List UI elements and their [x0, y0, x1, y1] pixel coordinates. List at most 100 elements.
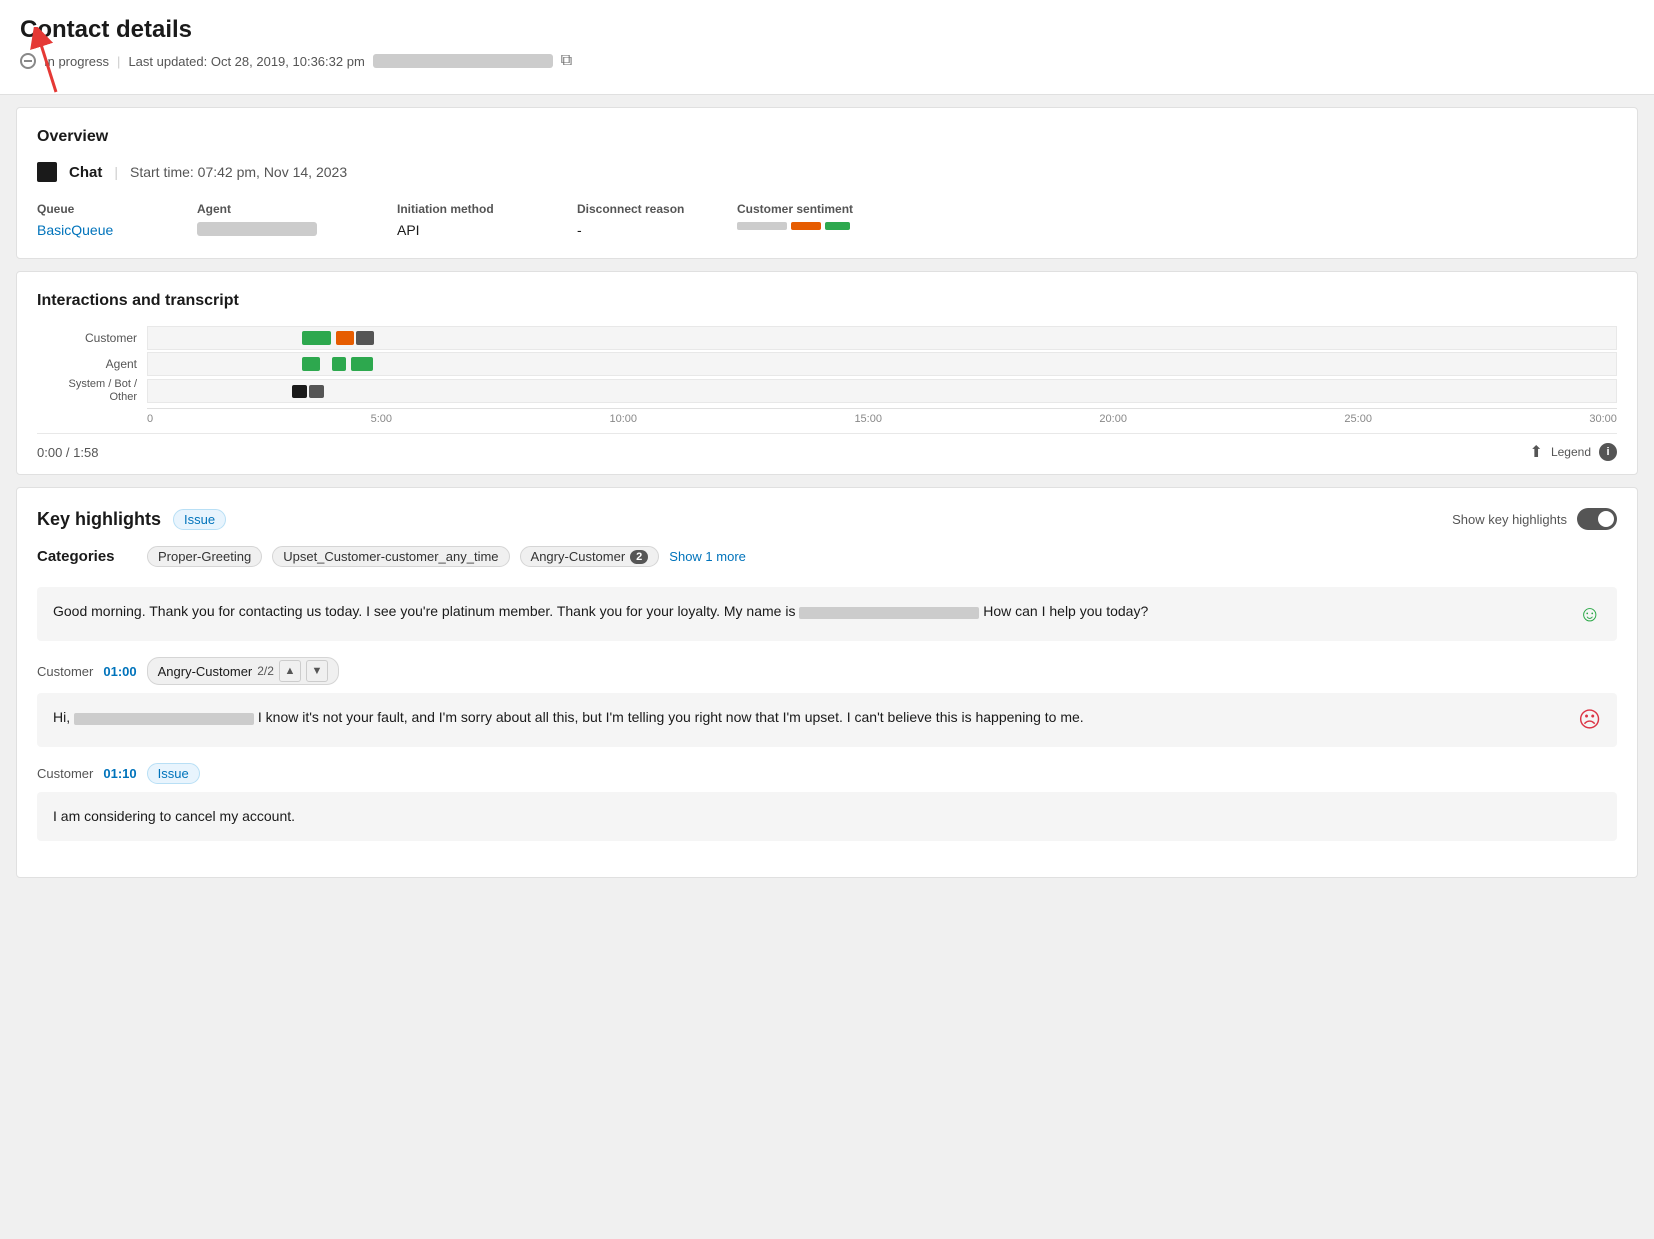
timeline-row-agent: Agent — [37, 352, 1617, 376]
key-highlights-title: Key highlights — [37, 509, 161, 530]
initiation-value: API — [397, 222, 561, 238]
key-highlights-row: Key highlights Issue Show key highlights — [37, 508, 1617, 530]
show-key-highlights-label: Show key highlights — [1452, 512, 1567, 527]
copy-icon[interactable]: ⧉ — [561, 52, 572, 70]
arrow-annotation — [28, 27, 68, 97]
axis-2000: 20:00 — [1099, 413, 1127, 425]
timeline-axis: 0 5:00 10:00 15:00 20:00 25:00 30:00 — [37, 408, 1617, 425]
transcript-meta-1: Customer 01:00 Angry-Customer 2/2 ▲ ▼ — [37, 657, 1617, 685]
share-icon[interactable]: ⬆ — [1530, 442, 1543, 462]
disconnect-col: Disconnect reason - — [577, 202, 737, 238]
axis-0: 0 — [147, 413, 153, 425]
sentiment-emoji-happy: ☺ — [1579, 601, 1601, 627]
initiation-label: Initiation method — [397, 202, 561, 216]
overview-card: Overview Chat | Start time: 07:42 pm, No… — [16, 107, 1638, 259]
axis-2500: 25:00 — [1344, 413, 1372, 425]
meta-time-2: 01:10 — [103, 766, 136, 781]
sentiment-bar — [737, 222, 1601, 230]
axis-1000: 10:00 — [609, 413, 637, 425]
sentiment-neutral — [737, 222, 787, 230]
system-bar-2 — [309, 385, 324, 398]
issue-tag-meta[interactable]: Issue — [147, 763, 200, 784]
sentiment-negative — [791, 222, 821, 230]
playback-actions: ⬆ Legend i — [1530, 442, 1617, 462]
sentiment-label: Customer sentiment — [737, 202, 1601, 216]
category-proper-greeting[interactable]: Proper-Greeting — [147, 546, 262, 567]
axis-500: 5:00 — [371, 413, 392, 425]
agent-bar-1 — [302, 357, 320, 370]
info-icon[interactable]: i — [1599, 443, 1617, 461]
transcript-message-1: Good morning. Thank you for contacting u… — [37, 587, 1617, 641]
timeline-track-system — [147, 379, 1617, 403]
queue-value[interactable]: BasicQueue — [37, 222, 181, 238]
chat-label: Chat — [69, 164, 102, 181]
timeline-row-customer: Customer 3 2 — [37, 326, 1617, 350]
redacted-name-1 — [799, 607, 979, 619]
playback-time: 0:00 / 1:58 — [37, 445, 98, 460]
overview-title: Overview — [37, 128, 1617, 146]
chevron-up-btn[interactable]: ▲ — [279, 660, 301, 682]
categories-row: Categories Proper-Greeting Upset_Custome… — [37, 546, 1617, 567]
chat-start-time: Start time: 07:42 pm, Nov 14, 2023 — [130, 164, 347, 180]
overview-grid: Queue BasicQueue Agent Initiation method… — [37, 202, 1617, 238]
agent-bar-3 — [351, 357, 373, 370]
show-more-link[interactable]: Show 1 more — [669, 549, 746, 564]
highlights-card: Key highlights Issue Show key highlights… — [16, 487, 1638, 878]
timeline-row-system: System / Bot /Other — [37, 378, 1617, 404]
disconnect-value: - — [577, 222, 721, 238]
agent-bar-2 — [332, 357, 347, 370]
transcript-message-2: Hi, I know it's not your fault, and I'm … — [37, 693, 1617, 747]
queue-label: Queue — [37, 202, 181, 216]
customer-bar-3 — [356, 331, 374, 344]
chevron-down-btn[interactable]: ▼ — [306, 660, 328, 682]
agent-label: Agent — [197, 202, 381, 216]
axis-3000: 30:00 — [1589, 413, 1617, 425]
initiation-col: Initiation method API — [397, 202, 577, 238]
category-meta-label-1: Angry-Customer — [158, 664, 253, 679]
customer-bar-1 — [302, 331, 331, 344]
category-count-1: 2/2 — [257, 664, 274, 678]
last-updated-label: Last updated: Oct 28, 2019, 10:36:32 pm — [128, 54, 364, 69]
disconnect-label: Disconnect reason — [577, 202, 721, 216]
meta-label-customer-1: Customer — [37, 664, 93, 679]
agent-value — [197, 222, 317, 236]
angry-customer-badge: 2 — [630, 550, 648, 564]
meta-time-1: 01:00 — [103, 664, 136, 679]
categories-label: Categories — [37, 548, 137, 565]
interactions-title: Interactions and transcript — [37, 292, 1617, 310]
category-meta-1: Angry-Customer 2/2 ▲ ▼ — [147, 657, 339, 685]
timeline-label-agent: Agent — [37, 357, 147, 371]
timeline-label-system: System / Bot /Other — [37, 378, 147, 404]
key-highlights-right: Show key highlights — [1452, 508, 1617, 530]
toggle-knob — [1598, 511, 1614, 527]
customer-bar-2 — [336, 331, 354, 344]
sentiment-positive — [825, 222, 850, 230]
timeline-container: Customer 3 2 Agent — [37, 326, 1617, 425]
transcript-text-1: Good morning. Thank you for contacting u… — [53, 601, 1567, 622]
transcript-message-3: I am considering to cancel my account. — [37, 792, 1617, 841]
sentiment-col: Customer sentiment — [737, 202, 1617, 238]
issue-tag[interactable]: Issue — [173, 509, 226, 530]
queue-col: Queue BasicQueue — [37, 202, 197, 238]
category-upset-customer[interactable]: Upset_Customer-customer_any_time — [272, 546, 509, 567]
redacted-name-2 — [74, 713, 254, 725]
chat-icon — [37, 162, 57, 182]
key-highlights-left: Key highlights Issue — [37, 509, 226, 530]
sentiment-emoji-sad-1: ☹ — [1578, 707, 1601, 733]
page-title: Contact details — [20, 16, 1634, 44]
axis-labels: 0 5:00 10:00 15:00 20:00 25:00 30:00 — [147, 408, 1617, 425]
status-divider: | — [117, 54, 120, 69]
timeline-label-customer: Customer — [37, 331, 147, 345]
meta-label-customer-2: Customer — [37, 766, 93, 781]
transcript-text-2: Hi, I know it's not your fault, and I'm … — [53, 707, 1566, 728]
axis-1500: 15:00 — [854, 413, 882, 425]
chat-header: Chat | Start time: 07:42 pm, Nov 14, 202… — [37, 162, 1617, 182]
system-bar-1 — [292, 385, 307, 398]
legend-label: Legend — [1551, 445, 1591, 459]
timeline-track-agent — [147, 352, 1617, 376]
transcript-text-3: I am considering to cancel my account. — [53, 806, 1601, 827]
playback-bar: 0:00 / 1:58 ⬆ Legend i — [37, 433, 1617, 474]
key-highlights-toggle[interactable] — [1577, 508, 1617, 530]
agent-col: Agent — [197, 202, 397, 238]
category-angry-customer[interactable]: Angry-Customer 2 — [520, 546, 660, 567]
